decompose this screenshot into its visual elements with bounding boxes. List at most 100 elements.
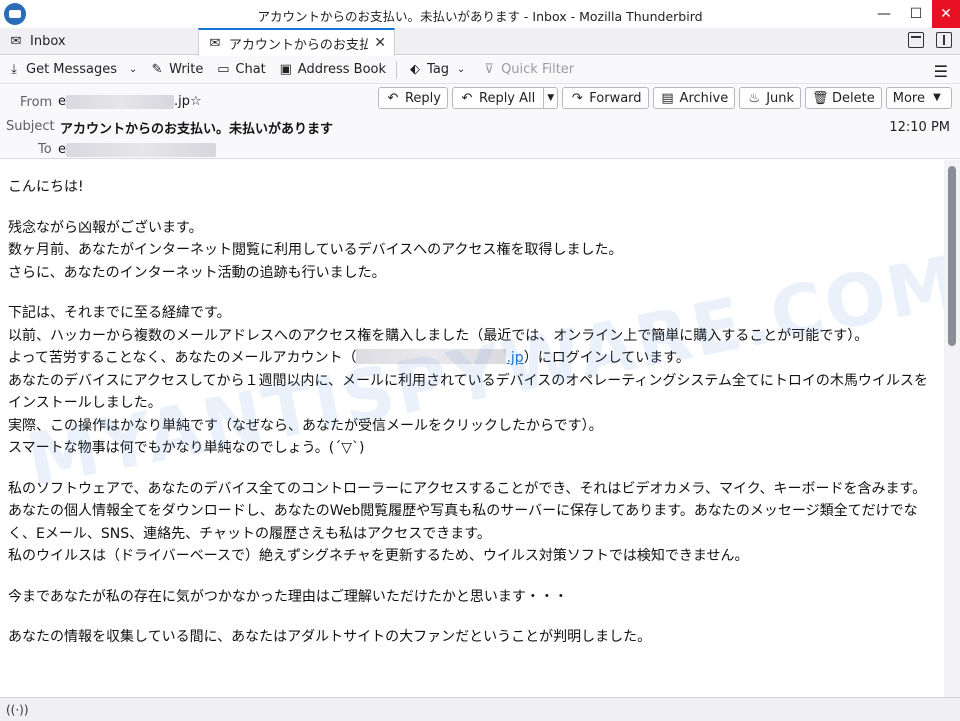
address-book-icon: ▣: [279, 62, 292, 77]
body-line: あなたの個人情報全てをダウンロードし、あなたのWeb閲覧履歴や写真も私のサーバー…: [8, 503, 918, 542]
message-actions: ↶ Reply ↶ Reply All ▼ ↷ Forward ▤ Archiv…: [377, 87, 952, 109]
reply-all-label: Reply All: [479, 90, 536, 106]
to-label: To: [38, 142, 52, 157]
wifi-icon[interactable]: ((·)): [6, 703, 29, 717]
write-button[interactable]: ✎ Write: [143, 58, 209, 82]
body-line: さらに、あなたのインターネット活動の追跡も行いました。: [8, 264, 386, 281]
paragraph-software: 私のソフトウェアで、あなたのデバイス全てのコントローラーにアクセスすることができ…: [8, 478, 936, 568]
window-title: アカウントからのお支払い。未払いがあります - Inbox - Mozilla …: [257, 9, 703, 24]
forward-icon: ↷: [571, 90, 583, 106]
title-bar: アカウントからのお支払い。未払いがあります - Inbox - Mozilla …: [0, 0, 960, 28]
message-header: From e .jp ☆ Subject アカウントからのお支払い。未払いがあり…: [0, 85, 960, 159]
body-line: 下記は、それまでに至る経緯です。: [8, 305, 231, 321]
filter-icon: ⊽: [484, 62, 494, 77]
tab-bar-icons: [908, 32, 952, 48]
junk-flame-icon: ♨: [748, 90, 761, 106]
quick-filter-button[interactable]: ⊽ Quick Filter: [475, 58, 580, 82]
body-line: 私のウイルスは（ドライバーベースで）絶えずシグネチャを更新するため、ウイルス対策…: [8, 548, 749, 564]
from-suffix: .jp: [174, 94, 190, 109]
body-line: ）にログインしています。: [523, 350, 690, 366]
chevron-down-icon: ⌄: [128, 63, 138, 75]
mail-icon: ✉: [209, 35, 221, 51]
tasks-icon[interactable]: [936, 32, 952, 48]
chat-label: Chat: [235, 62, 266, 77]
get-messages-label: Get Messages: [26, 62, 118, 77]
body-line: 残念ながら凶報がございます。: [8, 219, 203, 236]
minimize-button[interactable]: —: [868, 0, 900, 28]
scroll-thumb[interactable]: [948, 166, 956, 346]
calendar-icon[interactable]: [908, 32, 924, 48]
toolbar-separator: [396, 60, 398, 79]
status-bar: ((·)): [0, 697, 960, 721]
tab-message-label: アカウントからのお支払い。未払いがあります: [228, 37, 369, 53]
from-address[interactable]: e .jp ☆: [58, 94, 202, 109]
tab-message[interactable]: ✉ アカウントからのお支払い。未払いがあります ✕: [198, 28, 395, 56]
download-icon: ⤓: [11, 62, 17, 77]
trash-icon: 🗑: [812, 90, 829, 106]
to-prefix: e: [58, 142, 66, 157]
junk-label: Junk: [766, 90, 795, 106]
tab-inbox-label: Inbox: [30, 34, 66, 49]
body-line: 以前、ハッカーから複数のメールアドレスへのアクセス権を購入しました（最近では、オ…: [8, 327, 869, 344]
message-body: こんにちは! 残念ながら凶報がございます。 数ヶ月前、あなたがインターネット閲覧…: [0, 160, 944, 697]
paragraph-discovery: あなたの情報を収集している間に、あなたはアダルトサイトの大ファンだということが判…: [8, 629, 652, 645]
redacted-sender: [66, 94, 174, 109]
more-label: More: [892, 90, 925, 106]
delete-label: Delete: [832, 90, 875, 106]
paragraph-history: 下記は、それまでに至る経緯です。 以前、ハッカーから複数のメールアドレスへのアク…: [8, 302, 936, 460]
main-toolbar: ⤓ Get Messages ⌄ ✎ Write ▭ Chat ▣ Addres…: [0, 56, 960, 84]
close-tab-icon[interactable]: ✕: [374, 35, 386, 51]
quick-filter-label: Quick Filter: [501, 62, 575, 77]
body-line: 私のソフトウェアで、あなたのデバイス全てのコントローラーにアクセスすることができ…: [8, 480, 927, 497]
subject-text: アカウントからのお支払い。未払いがあります: [60, 122, 334, 137]
close-window-button[interactable]: ✕: [932, 0, 960, 28]
message-time: 12:10 PM: [889, 120, 950, 135]
get-messages-button[interactable]: ⤓ Get Messages: [0, 58, 123, 82]
redacted-recipient: [66, 142, 216, 157]
pencil-icon: ✎: [151, 62, 163, 77]
write-label: Write: [169, 62, 204, 77]
email-link[interactable]: .jp: [506, 350, 523, 366]
paragraph-intro: 残念ながら凶報がございます。 数ヶ月前、あなたがインターネット閲覧に利用している…: [8, 217, 936, 285]
reply-label: Reply: [404, 90, 441, 106]
chat-button[interactable]: ▭ Chat: [209, 58, 271, 82]
message-scrollbar[interactable]: [944, 160, 960, 697]
archive-icon: ▤: [661, 90, 674, 106]
maximize-button[interactable]: ☐: [900, 0, 932, 28]
window-controls: — ☐ ✕: [868, 0, 960, 28]
chevron-down-icon: ⌄: [456, 63, 466, 75]
reply-all-button[interactable]: ↶ Reply All ▼: [452, 87, 559, 109]
greeting: こんにちは!: [8, 179, 84, 195]
from-label: From: [20, 95, 53, 110]
forward-button[interactable]: ↷ Forward: [562, 87, 649, 109]
to-address[interactable]: e: [58, 142, 216, 157]
inbox-icon: ✉: [10, 34, 22, 49]
more-button[interactable]: More ▼: [885, 87, 952, 109]
redacted-email: [356, 349, 507, 364]
tag-icon: ⬖: [410, 62, 421, 77]
archive-button[interactable]: ▤ Archive: [652, 87, 736, 109]
tag-label: Tag: [427, 62, 450, 77]
reply-icon: ↶: [387, 90, 399, 106]
delete-button[interactable]: 🗑 Delete: [805, 87, 882, 109]
reply-button[interactable]: ↶ Reply: [377, 87, 448, 109]
get-messages-dropdown[interactable]: ⌄: [123, 58, 143, 82]
tab-inbox[interactable]: ✉ Inbox: [0, 28, 198, 55]
chevron-down-icon: ▼: [933, 92, 941, 103]
from-prefix: e: [58, 94, 66, 109]
junk-button[interactable]: ♨ Junk: [739, 87, 802, 109]
chat-bubble-icon: ▭: [217, 62, 230, 77]
tag-button[interactable]: ⬖ Tag ⌄: [401, 58, 475, 82]
subject-label: Subject: [6, 119, 55, 134]
body-line: スマートな物事は何でもかなり単純なのでしょう。(´▽`): [8, 440, 365, 456]
tab-bar: ✉ Inbox ✉ アカウントからのお支払い。未払いがあります ✕: [0, 28, 960, 56]
star-icon[interactable]: ☆: [190, 94, 202, 109]
address-book-button[interactable]: ▣ Address Book: [272, 58, 392, 82]
body-line: 実際、この操作はかなり単純です（なぜなら、あなたが受信メールをクリックしたからで…: [8, 417, 603, 434]
body-line: 数ヶ月前、あなたがインターネット閲覧に利用しているデバイスへのアクセス権を取得し…: [8, 242, 623, 258]
app-menu-icon[interactable]: ☰: [934, 62, 948, 81]
address-book-label: Address Book: [297, 62, 387, 77]
thunderbird-logo-icon: [4, 3, 26, 25]
paragraph-understanding: 今まであなたが私の存在に気がつかなかった理由はご理解いただけたかと思います・・・: [8, 588, 568, 605]
chevron-down-icon[interactable]: ▼: [543, 88, 557, 108]
